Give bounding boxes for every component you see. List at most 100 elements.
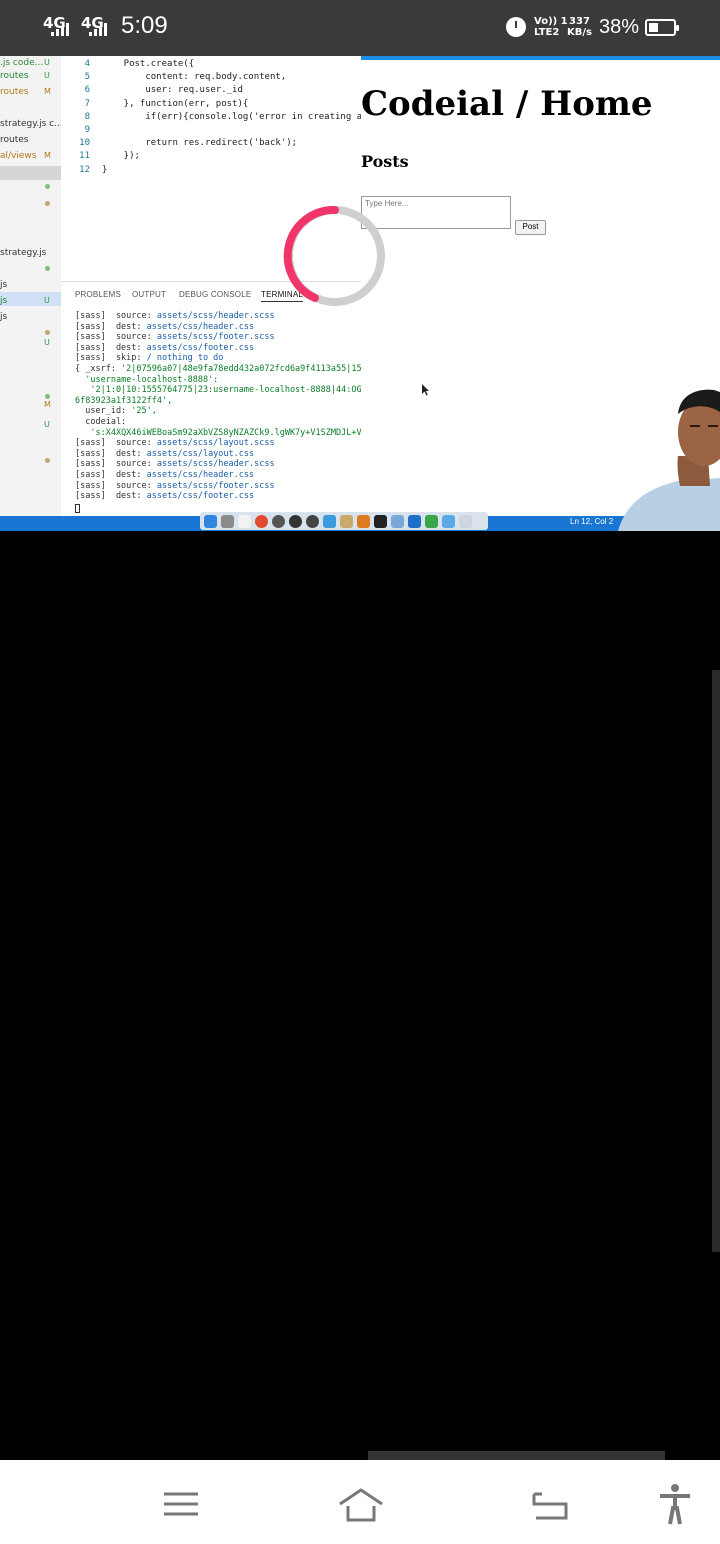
menu-icon[interactable] xyxy=(156,1482,206,1526)
keynote-icon[interactable] xyxy=(323,514,336,528)
terminal-line-prefix: { _xsrf: xyxy=(75,364,122,374)
tab-debug-console[interactable]: DEBUG CONSOLE xyxy=(179,290,251,299)
code-line: 9 xyxy=(61,124,102,137)
code-line: 8 if(err){console.log('error in creating… xyxy=(61,111,363,124)
code-text: user: req.user._id xyxy=(102,85,243,96)
tab-problems[interactable]: PROBLEMS xyxy=(75,290,121,299)
line-number: 10 xyxy=(79,138,90,149)
terminal-cursor xyxy=(75,504,80,513)
terminal-line-prefix: [sass] dest: xyxy=(75,448,147,459)
obs-icon[interactable] xyxy=(289,514,302,528)
help-icon[interactable] xyxy=(391,514,404,528)
terminal-line-value: / nothing to do xyxy=(146,353,224,364)
line-number: 4 xyxy=(84,59,90,69)
video-frame[interactable]: .js code... Uroutes Uroutes Mstrategy.js c.… xyxy=(0,56,720,531)
change-dot-icon xyxy=(45,201,50,206)
explorer-item-status: U xyxy=(44,58,50,67)
terminal-icon[interactable] xyxy=(374,514,387,528)
line-number: 11 xyxy=(79,151,90,162)
terminal-output[interactable]: [sass] source: assets/scss/header.scss [s… xyxy=(61,309,361,516)
presenter-webcam xyxy=(618,389,720,531)
explorer-item-name: strategy.js xyxy=(0,248,47,258)
code-line: 4 Post.create({ xyxy=(61,58,195,71)
terminal-line-value: 6f83923a1f3122ff4', xyxy=(75,395,173,406)
explorer-item-name: routes xyxy=(0,87,29,97)
chrome-icon[interactable] xyxy=(255,514,268,528)
settings-icon[interactable] xyxy=(272,514,285,528)
change-dot-icon xyxy=(45,458,50,463)
terminal-line: [sass] dest: assets/css/footer.css xyxy=(75,343,254,354)
app-icon-green[interactable] xyxy=(425,514,438,528)
alarm-icon xyxy=(506,17,526,37)
terminal-line: codeial: xyxy=(75,417,126,428)
line-number: 8 xyxy=(84,111,90,122)
explorer-item-status: U xyxy=(44,296,50,305)
terminal-line-value: '25', xyxy=(131,406,157,417)
code-line: 5 content: req.body.content, xyxy=(61,71,287,84)
code-line: 6 user: req.user._id xyxy=(61,84,243,97)
explorer-item-status: U xyxy=(44,71,50,80)
back-icon[interactable] xyxy=(524,1482,574,1526)
terminal-line-value: assets/scss/header.scss xyxy=(156,459,275,470)
terminal-line-prefix: [sass] source: xyxy=(75,332,157,343)
terminal-line-prefix: [sass] dest: xyxy=(75,470,147,480)
folder-icon[interactable] xyxy=(442,514,455,528)
post-button[interactable]: Post xyxy=(515,220,546,235)
explorer-item-name: routes xyxy=(0,71,29,81)
trash-icon[interactable] xyxy=(459,514,472,528)
code-text: } xyxy=(102,164,108,175)
notes-icon[interactable] xyxy=(238,514,251,528)
terminal-line-prefix: [sass] dest: xyxy=(75,491,147,502)
change-dot-icon xyxy=(45,266,50,271)
code-text: content: req.body.content, xyxy=(102,72,287,83)
terminal-line-prefix: user_id: xyxy=(75,406,132,417)
preview-icon[interactable] xyxy=(340,514,353,528)
explorer-item-name: routes xyxy=(0,135,29,145)
terminal-line: [sass] dest: assets/css/header.css xyxy=(75,470,254,481)
terminal-line: [sass] source: assets/scss/footer.scss xyxy=(75,481,275,492)
sublime-icon[interactable] xyxy=(357,514,370,528)
explorer-item-status: M xyxy=(44,87,51,96)
terminal-line-value: '2|07596a07|48e9fa78edd432a072fcd6a9f411… xyxy=(121,364,361,374)
terminal-line-value: assets/css/footer.css xyxy=(146,491,255,502)
terminal-line-prefix: [sass] source: xyxy=(75,438,157,449)
terminal-line-prefix: [sass] source: xyxy=(75,311,157,321)
explorer-item-status: M xyxy=(44,400,51,409)
change-dot-icon xyxy=(45,330,50,335)
line-number: 9 xyxy=(84,125,90,135)
mouse-cursor-icon xyxy=(422,384,429,396)
horizontal-scrollbar[interactable] xyxy=(368,1451,665,1460)
terminal-line-prefix: [sass] skip: xyxy=(75,353,147,364)
accessibility-icon[interactable] xyxy=(650,1482,700,1526)
explorer-item-name: js xyxy=(0,280,8,290)
home-icon[interactable] xyxy=(336,1482,386,1526)
terminal-line-value: assets/css/footer.css xyxy=(146,342,255,353)
navigation-bar xyxy=(0,1460,720,1544)
launchpad-icon[interactable] xyxy=(221,514,234,528)
terminal-line-prefix xyxy=(75,428,90,438)
terminal-line: [sass] dest: assets/css/layout.css xyxy=(75,449,254,460)
loading-spinner-icon xyxy=(283,205,385,306)
line-number: 5 xyxy=(84,72,90,83)
app-icon[interactable] xyxy=(306,514,319,528)
data-speed-value: 337 xyxy=(569,16,590,27)
terminal-line: [sass] dest: assets/css/footer.css xyxy=(75,491,254,502)
mac-dock xyxy=(200,512,488,530)
line-number: 12 xyxy=(79,164,90,175)
tab-output[interactable]: OUTPUT xyxy=(132,290,166,299)
terminal-line: 's:X4XQX46iWEBoaSm92aXbVZS8yNZAZCk9.lgWK… xyxy=(75,428,361,439)
volte-line-2: LTE2 xyxy=(534,27,560,38)
page-title: Codeial / Home xyxy=(361,84,653,124)
explorer-item-status: U xyxy=(44,338,50,347)
vertical-scrollbar[interactable] xyxy=(712,670,720,1252)
explorer-item-name: js xyxy=(0,312,8,322)
terminal-line-value: 's:X4XQX46iWEBoaSm92aXbVZS8yNZAZCk9.lgWK… xyxy=(90,427,361,438)
finder-icon[interactable] xyxy=(204,514,217,528)
explorer-selection-highlight xyxy=(0,166,61,180)
terminal-line-prefix: [sass] dest: xyxy=(75,321,147,332)
line-number: 6 xyxy=(84,85,90,96)
terminal-line: '2|1:0|10:1555764775|23:username-localho… xyxy=(75,385,361,396)
code-line: 12} xyxy=(61,164,107,177)
vscode-icon[interactable] xyxy=(408,514,421,528)
terminal-line-value: assets/scss/footer.scss xyxy=(156,480,275,491)
